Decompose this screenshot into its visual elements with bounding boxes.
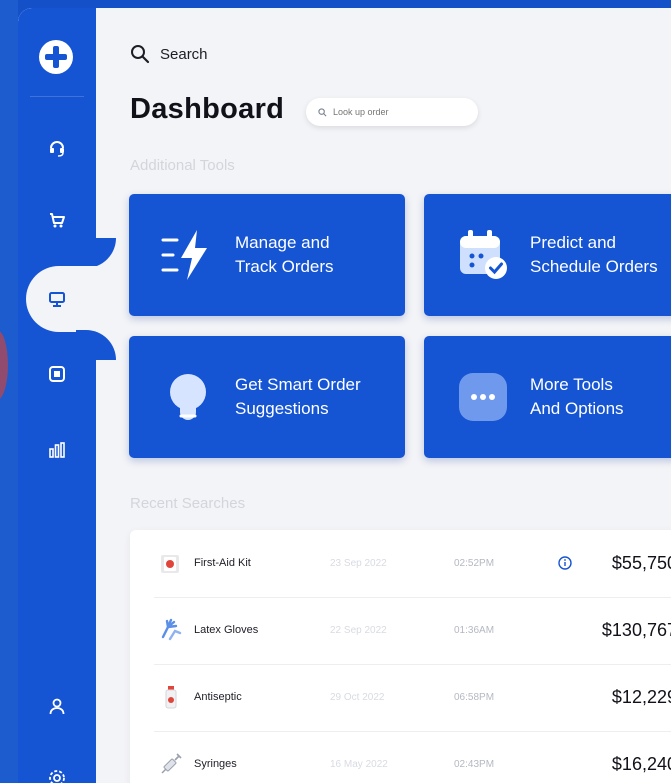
recent-searches-label: Recent Searches (130, 495, 246, 512)
more-tools-options-card[interactable]: More Tools And Options (424, 336, 671, 458)
table-row[interactable]: First-Aid Kit 23 Sep 2022 02:52PM $55,75… (154, 530, 671, 596)
lightning-icon (161, 230, 207, 280)
order-lookup-field[interactable] (306, 98, 478, 126)
item-amount: $12,229.9 (611, 686, 671, 707)
info-icon[interactable] (558, 556, 572, 570)
table-row[interactable]: Latex Gloves 22 Sep 2022 01:36AM $130,76… (154, 597, 671, 663)
settings-icon[interactable] (43, 764, 71, 783)
lightbulb-icon (170, 374, 206, 420)
gloves-icon (161, 618, 182, 641)
tool-card-label: More Tools And Options (530, 375, 624, 418)
item-date: 23 Sep 2022 (330, 557, 387, 569)
item-date: 29 Oct 2022 (330, 691, 385, 703)
main-content: Search Dashboard Additional Tools Manage… (96, 8, 671, 783)
table-row[interactable]: Antiseptic 29 Oct 2022 06:58PM $12,229.9 (154, 664, 671, 730)
row-divider (154, 664, 671, 665)
tool-card-label: Get Smart Order Suggestions (235, 375, 361, 418)
sidebar-divider (30, 96, 84, 97)
tool-card-label: Manage and Track Orders (235, 233, 334, 276)
calendar-check-icon (460, 230, 507, 279)
item-time: 02:43PM (454, 758, 495, 770)
cart-icon[interactable] (43, 206, 71, 234)
more-icon (459, 373, 507, 421)
search-icon (131, 45, 150, 64)
item-time: 02:52PM (454, 557, 495, 569)
headset-icon[interactable] (43, 134, 71, 162)
table-row[interactable]: Syringes 16 May 2022 02:43PM $16,240.2 (154, 731, 671, 783)
film-icon[interactable] (43, 360, 71, 388)
bar-chart-icon[interactable] (43, 436, 71, 464)
row-divider (154, 731, 671, 732)
app-window: Search Dashboard Additional Tools Manage… (18, 8, 671, 783)
manage-track-orders-card[interactable]: Manage and Track Orders (129, 194, 405, 316)
syringe-icon (161, 753, 182, 774)
monitor-icon[interactable] (43, 285, 71, 313)
global-search[interactable]: Search (130, 44, 208, 64)
item-time: 01:36AM (454, 624, 495, 636)
first-aid-kit-icon (161, 555, 179, 573)
background-edge (0, 0, 18, 783)
smart-order-suggestions-card[interactable]: Get Smart Order Suggestions (129, 336, 405, 458)
predict-schedule-orders-card[interactable]: Predict and Schedule Orders (424, 194, 671, 316)
item-date: 22 Sep 2022 (330, 624, 387, 636)
user-icon[interactable] (43, 692, 71, 720)
item-name: Antiseptic (194, 691, 242, 703)
item-name: Latex Gloves (194, 624, 259, 636)
search-label: Search (160, 45, 208, 63)
sidebar (18, 8, 136, 783)
item-name: First-Aid Kit (194, 557, 251, 569)
item-time: 06:58PM (454, 691, 495, 703)
item-amount: $55,750.0 (611, 552, 671, 573)
additional-tools-label: Additional Tools (130, 157, 235, 174)
lookup-search-icon (318, 107, 327, 116)
page-title: Dashboard (130, 93, 285, 125)
order-lookup-input[interactable] (333, 107, 463, 117)
item-amount: $16,240.2 (611, 753, 671, 774)
tool-card-label: Predict and Schedule Orders (530, 233, 658, 276)
item-name: Syringes (194, 758, 237, 770)
recent-searches-list: First-Aid Kit 23 Sep 2022 02:52PM $55,75… (130, 530, 671, 783)
logo-cross-icon[interactable] (39, 40, 73, 74)
row-divider (154, 597, 671, 598)
antiseptic-bottle-icon (165, 686, 177, 709)
item-amount: $130,767.0 (601, 619, 671, 640)
item-date: 16 May 2022 (330, 758, 388, 770)
